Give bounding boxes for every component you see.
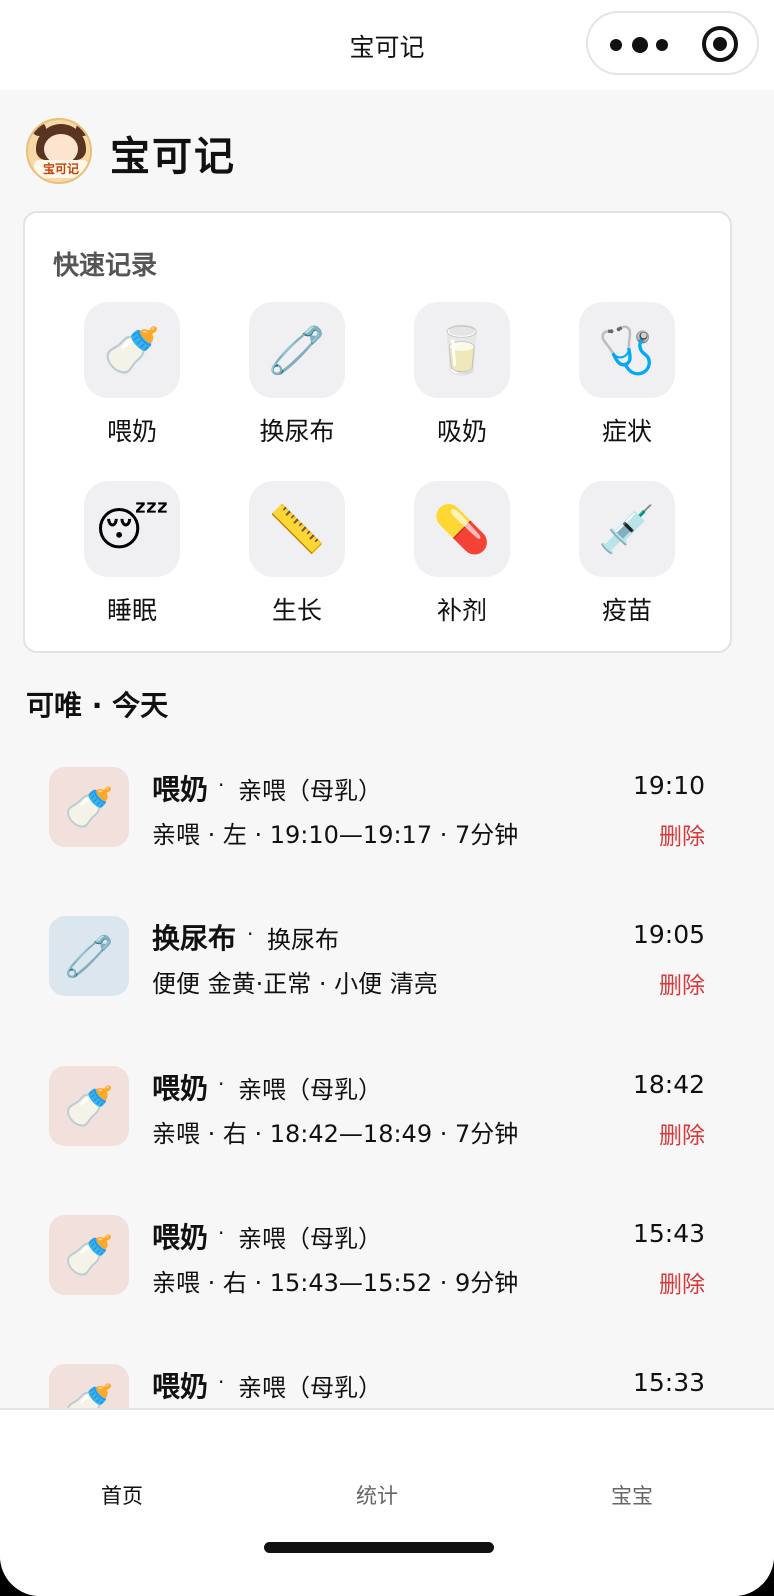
quick-record-label: 生长	[271, 596, 322, 625]
record-subtitle: 换尿布	[267, 926, 339, 954]
separator-dot: ·	[218, 1221, 225, 1245]
record-subtitle: 亲喂（母乳）	[238, 1374, 382, 1402]
quick-record-card: 快速记录 🍼 喂奶 🧷 换尿布 🥛 吸奶 🩺 症状 😴 睡眠 📏 生长 💊 补剂 💉 疫苗	[23, 211, 732, 653]
record-detail: 亲喂 · 右 · 15:43—15:52 · 9分钟	[152, 1269, 519, 1297]
separator-dot: ·	[247, 922, 254, 946]
quick-record-label: 喂奶	[106, 417, 157, 446]
safety-pin-icon: 🧷	[49, 916, 129, 996]
record-subtitle: 亲喂（母乳）	[238, 1225, 382, 1253]
baby-bottle-icon: 🍼	[49, 767, 129, 847]
baby-bottle-icon: 🍼	[49, 1066, 129, 1146]
safety-pin-icon: 🧷	[249, 302, 345, 398]
delete-button[interactable]: 删除	[659, 966, 705, 1000]
quick-record-label: 吸奶	[436, 417, 487, 446]
record-subtitle: 亲喂（母乳）	[238, 777, 382, 805]
quick-record-label: 睡眠	[106, 596, 157, 625]
sleeping-face-icon: 😴	[84, 481, 180, 577]
syringe-icon: 💉	[579, 481, 675, 577]
quick-record-label: 换尿布	[259, 417, 335, 446]
tab-stats[interactable]: 统计	[317, 1480, 437, 1510]
quick-record-milk-glass[interactable]: 🥛 吸奶	[407, 302, 517, 452]
record-item[interactable]: 🧷 换尿布 · 换尿布便便 金黄·正常 · 小便 清亮 19:05 删除	[49, 916, 709, 1006]
record-time: 15:43	[632, 1219, 705, 1248]
record-detail: 亲喂 · 右 · 18:42—18:49 · 7分钟	[152, 1120, 519, 1148]
record-title: 喂奶	[152, 1370, 209, 1403]
record-title: 喂奶	[152, 1221, 209, 1254]
close-mini-program-icon[interactable]	[702, 26, 738, 62]
delete-button[interactable]: 删除	[659, 1265, 705, 1299]
record-detail: 亲喂 · 左 · 19:10—19:17 · 7分钟	[152, 821, 519, 849]
record-title: 换尿布	[152, 922, 237, 955]
record-subtitle: 亲喂（母乳）	[238, 1076, 382, 1104]
tab-home[interactable]: 首页	[62, 1480, 182, 1510]
quick-record-title: 快速记录	[53, 251, 158, 281]
tab-baby[interactable]: 宝宝	[572, 1480, 692, 1510]
bottom-tabbar: 首页 统计 宝宝	[0, 1408, 774, 1596]
logo-text: 宝可记	[34, 160, 88, 178]
record-item[interactable]: 🍼 喂奶 · 亲喂（母乳） 亲喂 · 右 · 15:43—15:52 · 9分钟 15:4…	[49, 1215, 709, 1305]
record-detail: 便便 金黄·正常 · 小便 清亮	[152, 970, 438, 998]
record-time: 19:05	[632, 920, 705, 949]
baby-bottle-icon: 🍼	[49, 1215, 129, 1295]
quick-record-stethoscope[interactable]: 🩺 症状	[572, 302, 682, 452]
separator-dot: ·	[218, 1072, 225, 1096]
quick-record-label: 补剂	[436, 596, 487, 625]
separator-dot: ·	[218, 1370, 225, 1394]
top-navbar: 宝可记	[0, 0, 774, 90]
quick-record-sleeping-face[interactable]: 😴 睡眠	[77, 481, 187, 631]
record-time: 19:10	[632, 771, 705, 800]
quick-record-syringe[interactable]: 💉 疫苗	[572, 481, 682, 631]
more-menu-icon[interactable]	[610, 35, 688, 55]
mini-program-capsule	[586, 11, 759, 75]
quick-record-pill[interactable]: 💊 补剂	[407, 481, 517, 631]
record-time: 15:33	[632, 1368, 705, 1397]
separator-dot: ·	[218, 773, 225, 797]
record-time: 18:42	[632, 1070, 705, 1099]
home-indicator	[264, 1542, 494, 1553]
record-title: 喂奶	[152, 1072, 209, 1105]
ruler-icon: 📏	[249, 481, 345, 577]
today-section-title: 可唯 · 今天	[26, 689, 169, 722]
milk-glass-icon: 🥛	[414, 302, 510, 398]
record-title: 喂奶	[152, 773, 209, 806]
baby-bottle-icon: 🍼	[84, 302, 180, 398]
delete-button[interactable]: 删除	[659, 817, 705, 851]
quick-record-safety-pin[interactable]: 🧷 换尿布	[242, 302, 352, 452]
pill-icon: 💊	[414, 481, 510, 577]
app-screen: 宝可记 宝可记 宝可记 快速记录 🍼 喂奶 🧷 换尿布 🥛 吸奶 🩺 症状 😴 睡眠 📏 生长 💊 补剂 💉…	[0, 0, 774, 1596]
stethoscope-icon: 🩺	[579, 302, 675, 398]
quick-record-label: 疫苗	[601, 596, 652, 625]
quick-record-baby-bottle[interactable]: 🍼 喂奶	[77, 302, 187, 452]
app-name: 宝可记	[110, 134, 236, 180]
quick-record-ruler[interactable]: 📏 生长	[242, 481, 352, 631]
record-item[interactable]: 🍼 喂奶 · 亲喂（母乳） 亲喂 · 左 · 19:10—19:17 · 7分钟 19:1…	[49, 767, 709, 857]
record-item[interactable]: 🍼 喂奶 · 亲喂（母乳） 亲喂 · 右 · 18:42—18:49 · 7分钟 18:4…	[49, 1066, 709, 1156]
app-header: 宝可记 宝可记	[26, 118, 726, 184]
app-logo: 宝可记	[26, 118, 92, 184]
delete-button[interactable]: 删除	[659, 1116, 705, 1150]
quick-record-label: 症状	[601, 417, 652, 446]
